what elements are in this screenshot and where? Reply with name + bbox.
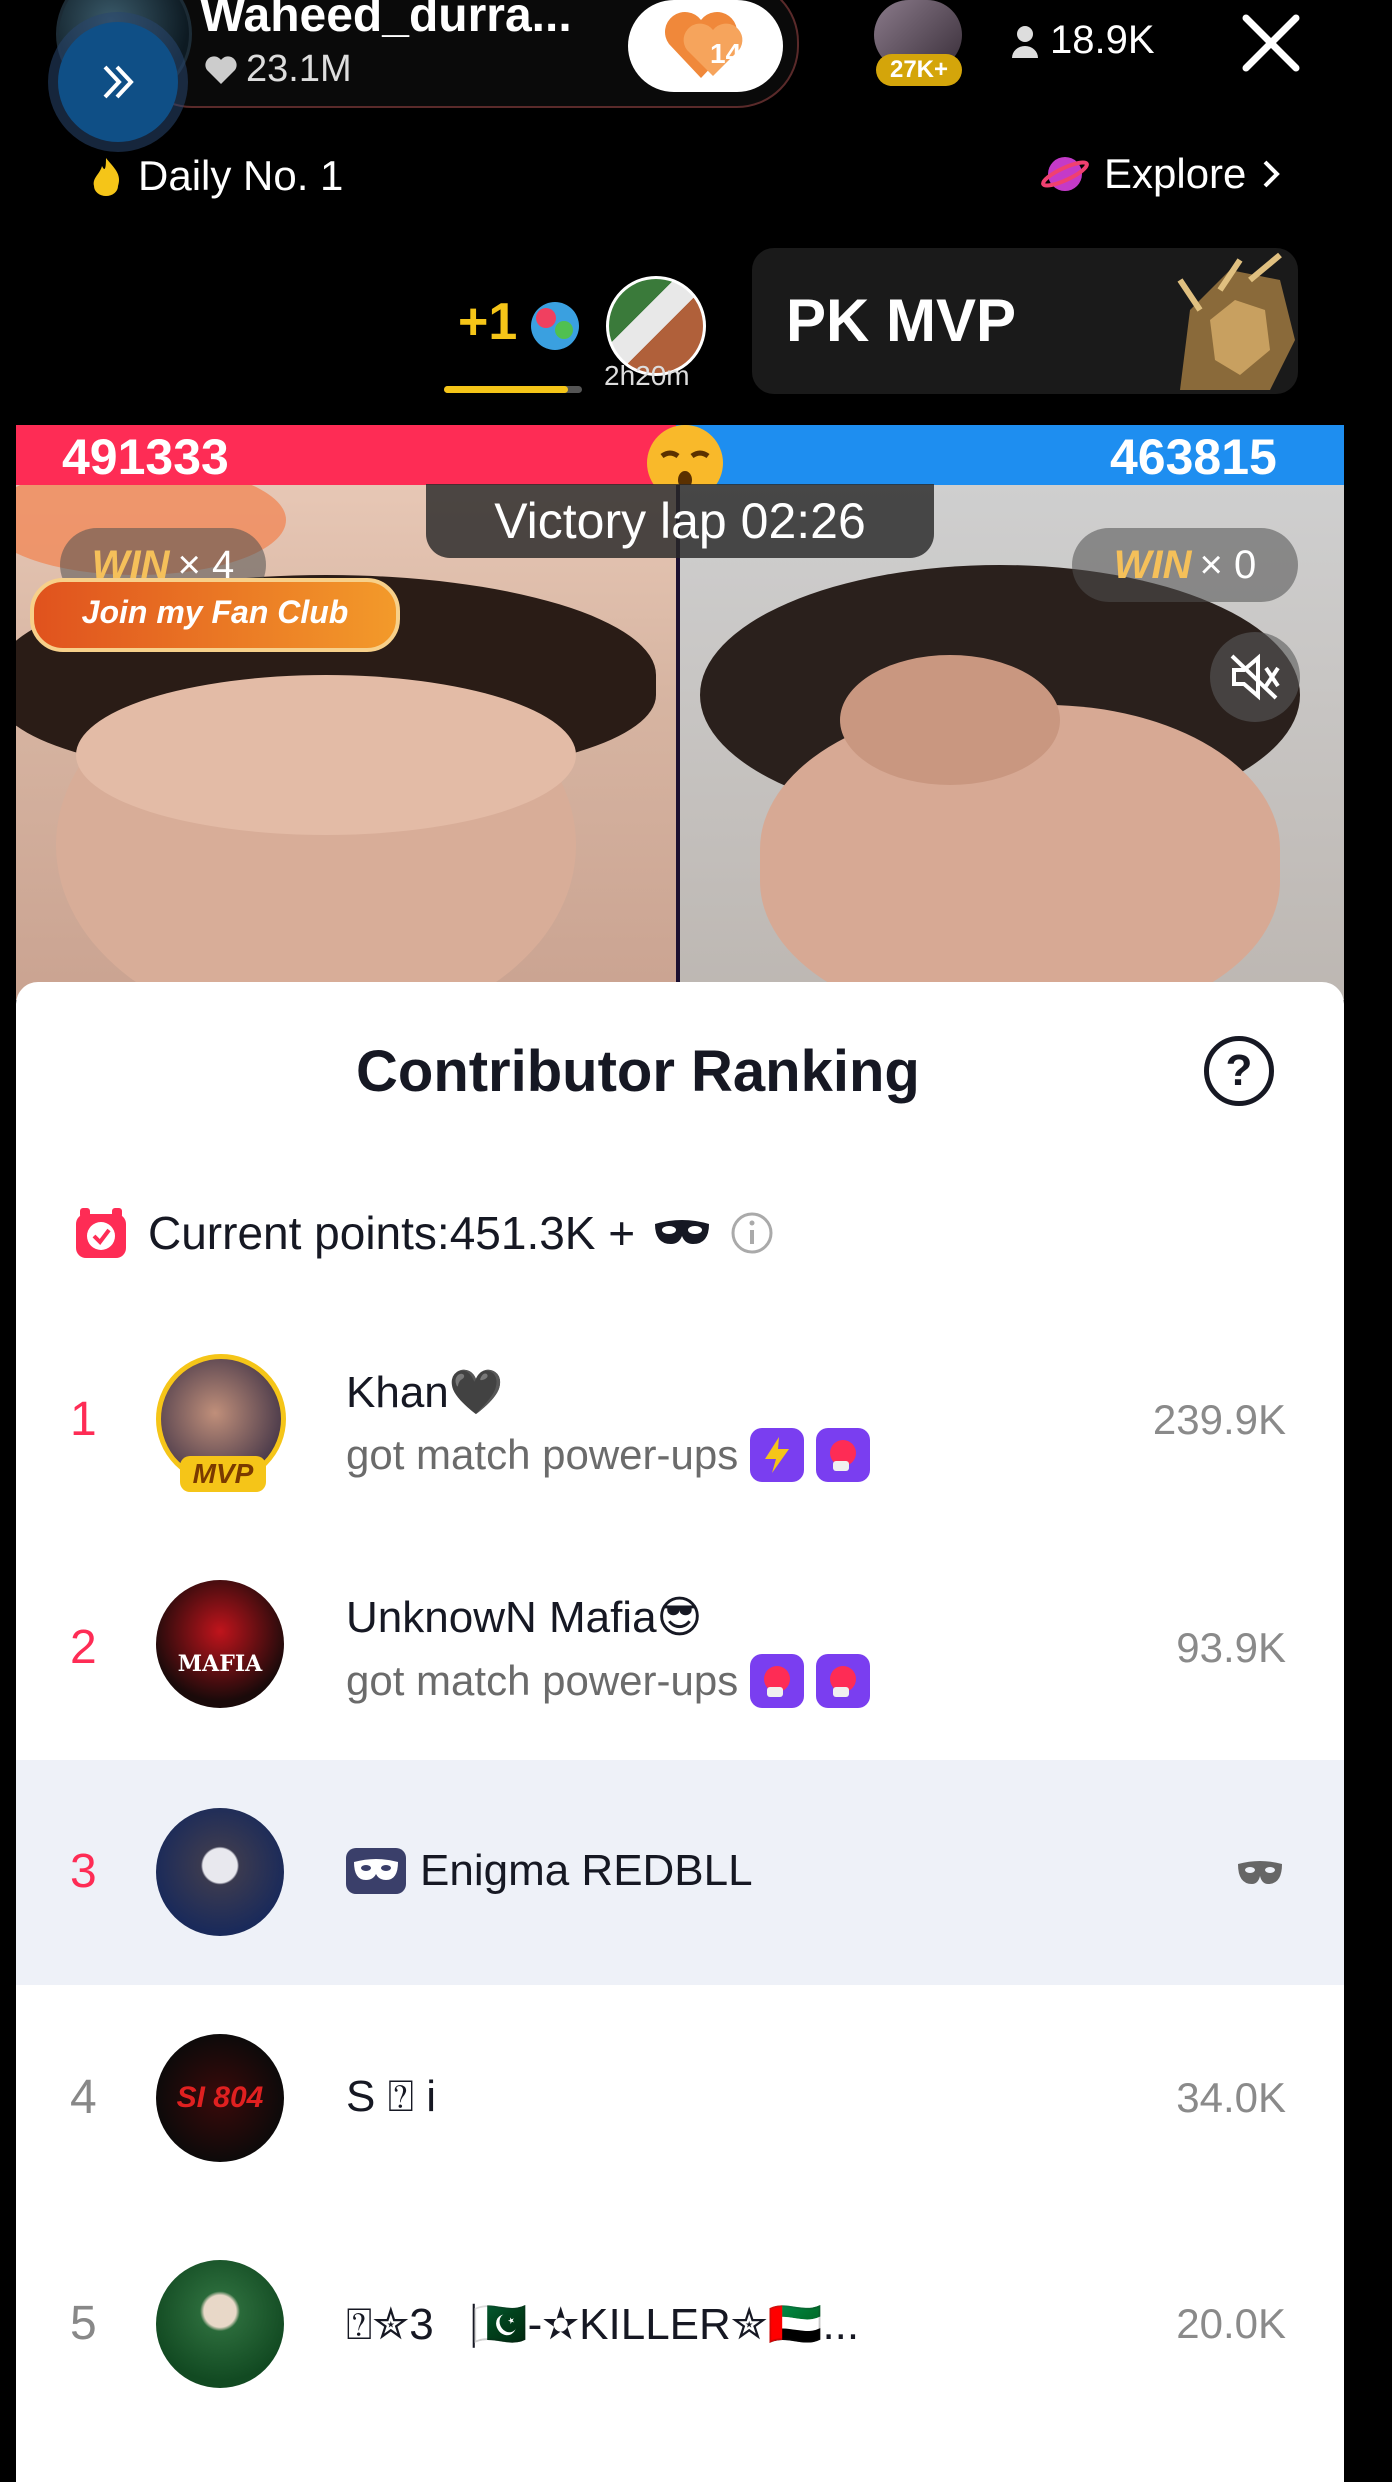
win-count: × 0: [1199, 542, 1257, 587]
top-viewer-badge: 27K+: [876, 54, 962, 86]
gift-counter: +1: [458, 293, 518, 351]
daily-rank-label: Daily No. 1: [138, 152, 344, 199]
current-points-text: Current points:451.3K +: [148, 1207, 636, 1259]
user-score: 93.9K: [1176, 1624, 1286, 1671]
mvp-timer: 2h20m: [604, 360, 690, 391]
user-score: 239.9K: [1152, 1396, 1286, 1443]
lightning-powerup-icon: [750, 1428, 805, 1482]
mute-button[interactable]: [1210, 632, 1300, 722]
subtitle-text: got match power-ups: [346, 1431, 739, 1478]
avatar[interactable]: [156, 2260, 284, 2388]
user-name: Khan🖤: [346, 1368, 504, 1417]
daily-rank-chip[interactable]: Daily No. 1: [88, 152, 343, 200]
avatar[interactable]: SI 804: [156, 2034, 284, 2162]
double-chevron-right-icon: [103, 65, 134, 99]
close-icon[interactable]: [1238, 10, 1304, 76]
score-left: 491333: [62, 429, 229, 485]
planet-icon: [1041, 157, 1089, 191]
panel-title: Contributor Ranking: [356, 1039, 920, 1104]
user-score: 34.0K: [1176, 2074, 1286, 2121]
fan-heart-button[interactable]: 14: [628, 0, 783, 92]
lion-icon: [1177, 252, 1295, 390]
win-label: WIN: [1113, 542, 1192, 587]
ranking-row-3[interactable]: 3 Enigma REDBLL: [16, 1808, 1344, 1938]
glove-powerup-icon: [816, 1428, 871, 1482]
avatar[interactable]: MAFIA: [156, 1580, 284, 1708]
mask-icon: [655, 1220, 710, 1244]
mask-icon: [1238, 1861, 1282, 1884]
host-likes: 23.1M: [204, 48, 352, 91]
explore-label: Explore: [1104, 150, 1247, 197]
person-icon: [1012, 25, 1038, 58]
likes-count: 23.1M: [246, 48, 352, 90]
ranking-row-2[interactable]: 2 MAFIA UnknowN Mafia😎 got match power-u…: [16, 1580, 1344, 1760]
speaker-muted-icon: [1230, 653, 1280, 701]
glove-powerup-icon: [750, 1654, 805, 1708]
gift-icon[interactable]: [522, 290, 588, 356]
avatar-label: SI 804: [176, 2081, 264, 2114]
mvp-tag: MVP: [180, 1456, 266, 1492]
avatar-label: MAFIA: [177, 1651, 263, 1677]
join-fan-club-button[interactable]: Join my Fan Club: [30, 578, 400, 652]
ranking-row-4[interactable]: 4 SI 804 S ⍰ i 34.0K: [16, 2034, 1344, 2164]
win-streak-right: WIN × 0: [1072, 528, 1298, 602]
rank-number: 1: [70, 1393, 97, 1446]
user-name: UnknowN Mafia😎: [346, 1593, 703, 1642]
rank-number: 2: [70, 1621, 97, 1674]
user-subtitle: got match power-ups: [346, 1428, 871, 1482]
ranking-row-5[interactable]: 5 ⍰✮3⎹🇵🇰-✫KILLER✮🇦🇪... 20.0K: [16, 2260, 1344, 2390]
rank-number: 4: [70, 2071, 97, 2124]
rank-number: 5: [70, 2297, 97, 2350]
user-subtitle: got match power-ups: [346, 1654, 871, 1708]
explore-button[interactable]: Explore: [1040, 150, 1282, 198]
user-name: ⍰✮3⎹🇵🇰-✫KILLER✮🇦🇪...: [346, 2300, 860, 2349]
info-icon[interactable]: [729, 1210, 775, 1256]
subtitle-text: got match power-ups: [346, 1657, 739, 1704]
question-icon: ?: [1225, 1046, 1253, 1095]
mask-icon: [346, 1848, 406, 1894]
viewer-count[interactable]: 18.9K: [1010, 18, 1155, 63]
mvp-progress-fill: [444, 386, 568, 393]
help-button[interactable]: ?: [1204, 1036, 1274, 1106]
flame-icon: [93, 158, 120, 196]
user-name: S ⍰ i: [346, 2072, 436, 2121]
expand-button[interactable]: [58, 22, 178, 142]
glove-powerup-icon: [816, 1654, 871, 1708]
pk-mvp-title: PK MVP: [786, 287, 1017, 354]
user-score: 20.0K: [1176, 2300, 1286, 2347]
current-points-row: Current points:451.3K +: [72, 1204, 775, 1262]
viewer-count-value: 18.9K: [1050, 18, 1155, 62]
rank-number: 3: [70, 1845, 97, 1898]
video-divider: [676, 485, 680, 1000]
user-name: Enigma REDBLL: [420, 1846, 753, 1895]
score-right: 463815: [1110, 429, 1277, 485]
chevron-right-icon: [1263, 160, 1281, 188]
avatar[interactable]: [156, 1808, 284, 1936]
fan-heart-count: 14: [710, 38, 742, 69]
victory-lap-timer: Victory lap 02:26: [426, 484, 934, 558]
host-name: Waheed_durra...: [200, 0, 572, 42]
heart-icon: [205, 55, 237, 84]
alarm-clock-icon: [76, 1208, 126, 1258]
user-name-group: Enigma REDBLL: [346, 1846, 753, 1896]
